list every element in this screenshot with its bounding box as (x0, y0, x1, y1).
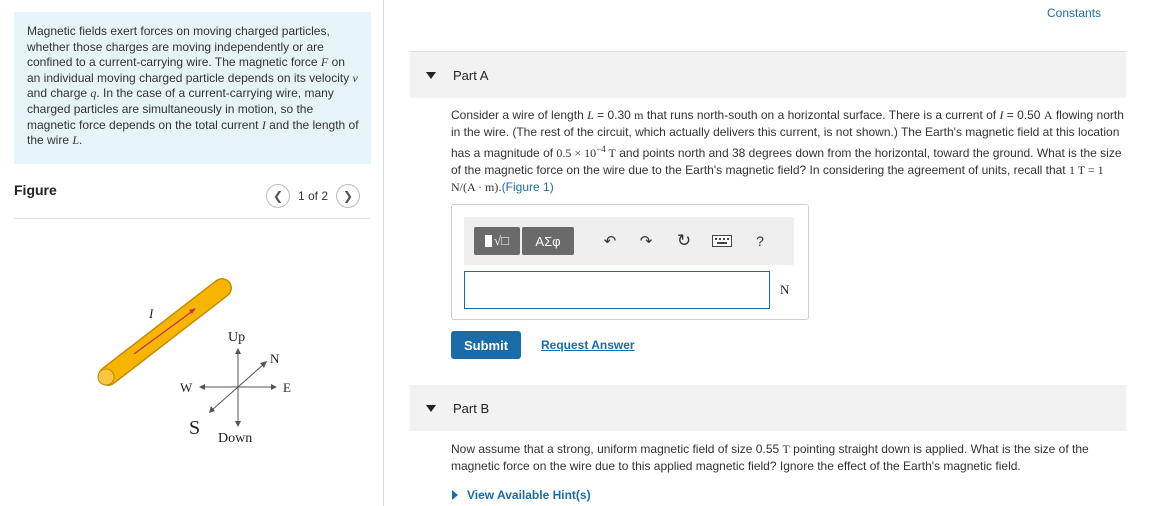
help-button[interactable]: ? (750, 231, 770, 251)
question-text: that runs north-south on a horizontal su… (643, 108, 1000, 122)
figure-link[interactable]: (Figure 1) (502, 180, 554, 194)
collapse-triangle-icon (426, 404, 436, 412)
problem-left-panel: Magnetic fields exert forces on moving c… (0, 0, 384, 506)
intro-text: . (79, 133, 83, 148)
chevron-left-icon[interactable]: ❮ (266, 184, 290, 208)
answer-box: √□ ΑΣφ ↶ ↷ ↻ ? N (451, 204, 809, 320)
question-text: = 0.50 (1003, 108, 1044, 122)
part-a-header[interactable]: Part A (410, 52, 1126, 98)
intro-text-box: Magnetic fields exert forces on moving c… (14, 12, 371, 164)
current-arrow (133, 309, 195, 355)
question-text: Consider a wire of length (451, 108, 588, 122)
part-a-label: Part A (453, 67, 489, 83)
east-label: E (283, 380, 291, 395)
redo-icon[interactable]: ↷ (636, 231, 656, 251)
up-label: Up (228, 330, 245, 345)
undo-icon[interactable]: ↶ (600, 231, 620, 251)
request-answer-link[interactable]: Request Answer (541, 338, 635, 352)
figure-diagram: I Up N W E S Down (97, 278, 291, 446)
answer-input[interactable] (464, 271, 770, 309)
tesla-unit: T (605, 146, 616, 160)
templates-icon: √□ (485, 233, 509, 249)
field-exponent: −4 (596, 144, 606, 154)
expand-triangle-icon (452, 490, 458, 500)
keyboard-icon[interactable] (712, 231, 732, 251)
intro-text: Magnetic fields exert forces on moving c… (27, 24, 330, 70)
intro-text: and charge (27, 86, 91, 101)
templates-button[interactable]: √□ (474, 227, 520, 255)
west-arrowhead (199, 384, 205, 390)
east-arrowhead (271, 384, 277, 390)
part-b-header[interactable]: Part B (410, 385, 1126, 431)
keyboard-icon-shape (712, 235, 732, 247)
north-label: N (270, 351, 280, 366)
up-arrowhead (235, 348, 241, 354)
question-text: = 0.30 (593, 108, 635, 122)
part-b-label: Part B (453, 400, 490, 416)
figure-title: Figure (14, 182, 57, 198)
constants-link[interactable]: Constants (1047, 6, 1101, 20)
tesla-unit: T (782, 442, 790, 456)
question-text: Now assume that a strong, uniform magnet… (451, 442, 783, 456)
part-b-question: Now assume that a strong, uniform magnet… (451, 441, 1131, 475)
wire-end (97, 368, 115, 386)
collapse-triangle-icon (426, 71, 436, 79)
part-a-question: Consider a wire of length L = 0.30 m tha… (451, 107, 1127, 196)
figure-page-count: 1 of 2 (298, 189, 329, 203)
reset-icon[interactable]: ↻ (674, 231, 694, 251)
down-arrowhead (235, 421, 241, 427)
figure-pager: ❮ 1 of 2 ❯ (266, 184, 361, 208)
view-hints-label: View Available Hint(s) (467, 488, 591, 502)
figure-divider (14, 218, 370, 219)
greek-letters-button[interactable]: ΑΣφ (522, 227, 574, 255)
math-toolbar: √□ ΑΣφ ↶ ↷ ↻ ? (464, 217, 794, 265)
velocity-symbol: v (352, 70, 358, 85)
length-symbol: L (587, 108, 594, 122)
answer-unit: N (780, 282, 790, 297)
current-label: I (148, 306, 154, 321)
chevron-right-icon[interactable]: ❯ (336, 184, 361, 208)
down-label: Down (218, 431, 252, 446)
south-label: S (189, 417, 200, 439)
ampere-unit: A (1043, 108, 1053, 122)
view-hints-link[interactable]: View Available Hint(s) (452, 488, 591, 502)
field-magnitude: 0.5 × 10 (556, 146, 597, 160)
submit-button[interactable]: Submit (451, 331, 521, 359)
south-arrowhead (209, 406, 215, 413)
west-label: W (180, 380, 193, 395)
